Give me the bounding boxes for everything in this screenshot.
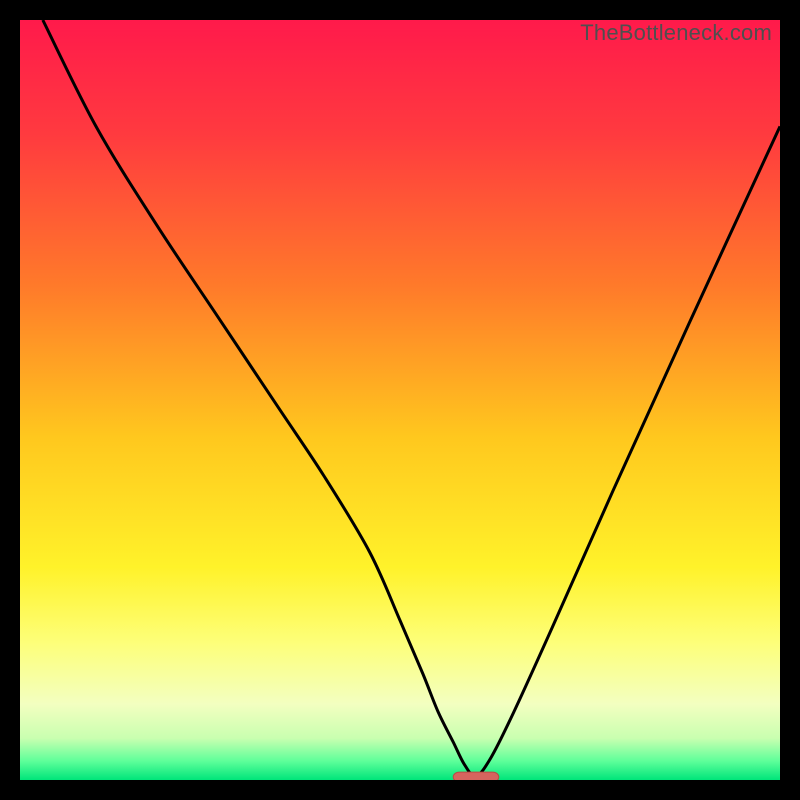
plot-area: TheBottleneck.com [20, 20, 780, 780]
gradient-background [20, 20, 780, 780]
optimal-point-marker [453, 772, 499, 780]
bottleneck-chart [20, 20, 780, 780]
watermark-text: TheBottleneck.com [580, 20, 772, 46]
chart-frame: TheBottleneck.com [0, 0, 800, 800]
